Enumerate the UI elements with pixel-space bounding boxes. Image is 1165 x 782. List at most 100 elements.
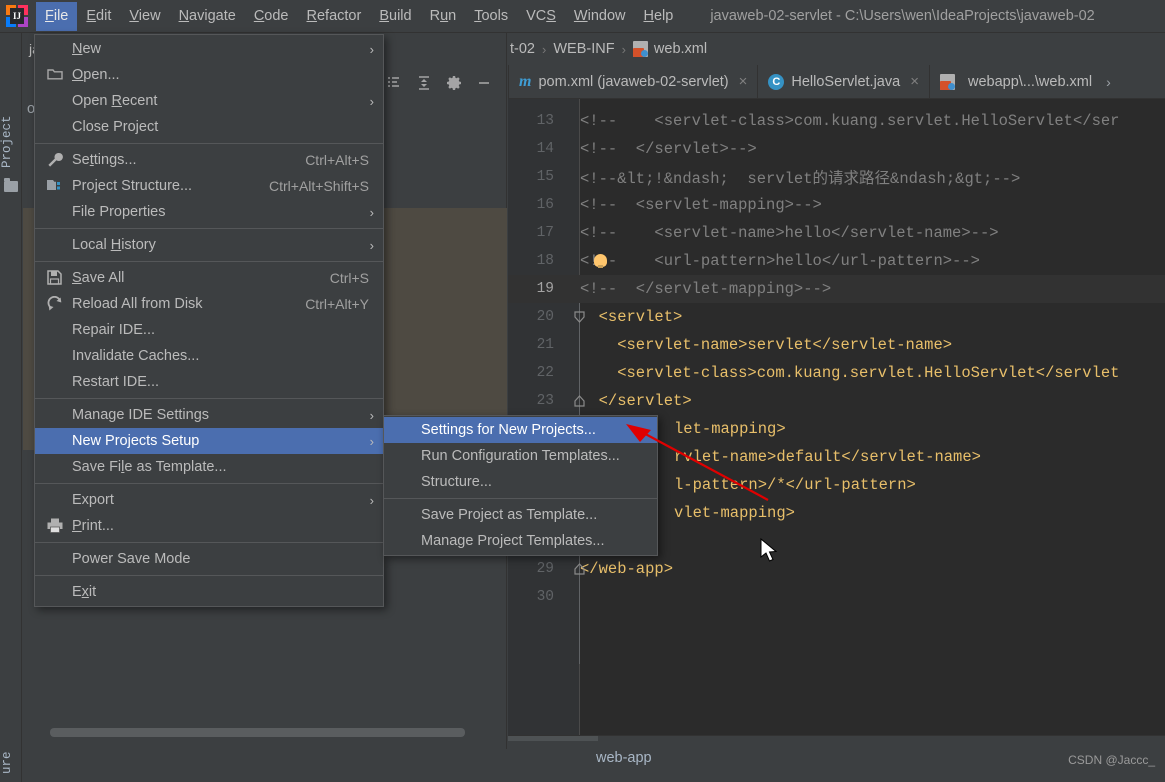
submenu-item-manage-project-templates[interactable]: Manage Project Templates... <box>384 528 657 554</box>
code-text: <!-- <servlet-name>hello</servlet-name>-… <box>580 99 999 102</box>
close-icon[interactable]: × <box>910 73 919 90</box>
file-menu-item-settings[interactable]: Settings... Ctrl+Alt+S <box>35 147 383 173</box>
save-icon <box>47 270 63 286</box>
menu-edit[interactable]: Edit <box>77 2 120 31</box>
file-menu-item-export[interactable]: Export › <box>35 487 383 513</box>
code-text: </servlet> <box>580 392 692 410</box>
file-menu-item-repair-ide[interactable]: Repair IDE... <box>35 317 383 343</box>
close-icon[interactable]: × <box>739 73 748 90</box>
code-text: let-mapping> <box>674 420 786 438</box>
breadcrumb-item-1[interactable]: WEB-INF <box>553 41 614 57</box>
file-menu-item-close-project[interactable]: Close Project <box>35 114 383 140</box>
editor-tab-pom-xml[interactable]: m pom.xml (javaweb-02-servlet) × <box>508 65 757 98</box>
menu-view[interactable]: View <box>120 2 169 31</box>
fold-end-icon[interactable] <box>574 563 585 575</box>
minimize-icon[interactable] <box>476 75 492 91</box>
code-line-30[interactable]: 30 <box>508 583 1165 611</box>
menu-item-label: Structure... <box>421 474 492 490</box>
intention-bulb-icon[interactable] <box>594 254 607 268</box>
menu-item-label: Settings... <box>72 152 137 168</box>
file-menu-popup[interactable]: New › Open... Open Recent › Close Project Sett… <box>34 34 384 607</box>
logo-letter: IJ <box>10 8 24 24</box>
new-projects-setup-submenu[interactable]: Settings for New Projects... Run Configur… <box>383 415 658 556</box>
code-line-21[interactable]: 21 <servlet-name>servlet</servlet-name> <box>508 331 1165 359</box>
menu-vcs[interactable]: VCS <box>517 2 565 31</box>
menu-help[interactable]: Help <box>634 2 682 31</box>
editor-tab-web-xml[interactable]: webapp\...\web.xml <box>928 65 1102 98</box>
expand-all-icon[interactable] <box>386 75 402 91</box>
tab-overflow-icon[interactable]: › <box>1102 74 1115 90</box>
menu-code[interactable]: Code <box>245 2 298 31</box>
file-menu-item-reload-all-from-disk[interactable]: Reload All from Disk Ctrl+Alt+Y <box>35 291 383 317</box>
menu-item-label: Project Structure... <box>72 178 193 194</box>
code-line-14[interactable]: 14 <!-- </servlet>--> <box>508 135 1165 163</box>
file-menu-item-invalidate-caches[interactable]: Invalidate Caches... <box>35 343 383 369</box>
xml-file-icon <box>632 41 648 57</box>
collapse-all-icon[interactable] <box>416 75 432 91</box>
breadcrumb-separator-icon: › <box>621 41 626 57</box>
menu-item-label: Print... <box>72 518 114 534</box>
breadcrumb-item-2[interactable]: web.xml <box>654 41 707 57</box>
code-line-15[interactable]: 15 <!--&lt;!&ndash; servlet的请求路径&ndash;&g… <box>508 163 1165 191</box>
file-menu-item-print[interactable]: Print... <box>35 513 383 539</box>
intellij-logo-icon: IJ <box>6 5 28 27</box>
code-line-16[interactable]: 16 <!-- <servlet-mapping>--> <box>508 191 1165 219</box>
tool-window-structure-tab[interactable]: ure <box>0 733 22 782</box>
menu-item-shortcut: Ctrl+Alt+Y <box>305 296 369 312</box>
code-text: <!-- <url-pattern>hello</url-pattern>--> <box>580 252 980 270</box>
code-text: </web-app> <box>580 560 674 578</box>
menu-window[interactable]: Window <box>565 2 635 31</box>
file-menu-item-open-recent[interactable]: Open Recent › <box>35 88 383 114</box>
menu-file[interactable]: File <box>36 1 78 31</box>
menu-build[interactable]: Build <box>370 2 420 31</box>
menu-item-label: Open Recent <box>72 93 158 109</box>
xml-file-icon <box>939 73 955 90</box>
menu-refactor[interactable]: Refactor <box>298 2 371 31</box>
menu-item-label: Local History <box>72 237 156 253</box>
breadcrumb-item-0[interactable]: t-02 <box>510 41 535 57</box>
file-menu-item-save-all[interactable]: Save All Ctrl+S <box>35 265 383 291</box>
submenu-item-settings-for-new-projects[interactable]: Settings for New Projects... <box>384 417 657 443</box>
file-menu-item-exit[interactable]: Exit <box>35 579 383 605</box>
file-menu-item-restart-ide[interactable]: Restart IDE... <box>35 369 383 395</box>
code-line-12[interactable]: 12 <!-- <servlet-name>hello</servlet-name… <box>508 99 1165 107</box>
code-text: l-pattern>/*</url-pattern> <box>674 476 916 494</box>
code-text: rvlet-name>default</servlet-name> <box>674 448 981 466</box>
code-line-18[interactable]: 18 <!-- <url-pattern>hello</url-pattern>-… <box>508 247 1165 275</box>
file-menu-item-project-structure[interactable]: Project Structure... Ctrl+Alt+Shift+S <box>35 173 383 199</box>
file-menu-item-power-save-mode[interactable]: Power Save Mode <box>35 546 383 572</box>
editor-tab-helloservlet-java[interactable]: C HelloServlet.java × <box>757 65 929 98</box>
code-line-22[interactable]: 22 <servlet-class>com.kuang.servlet.Hell… <box>508 359 1165 387</box>
menu-item-label: Close Project <box>72 119 159 135</box>
code-text: <!-- <servlet-class>com.kuang.servlet.He… <box>580 112 1120 130</box>
file-menu-item-new-projects-setup[interactable]: New Projects Setup › <box>35 428 383 454</box>
code-line-19[interactable]: 19 <!-- </servlet-mapping>--> <box>508 275 1165 303</box>
menu-run[interactable]: Run <box>421 2 466 31</box>
menu-item-label: Export <box>72 492 114 508</box>
fold-collapse-icon[interactable] <box>574 311 585 323</box>
code-line-20[interactable]: 20 <servlet> <box>508 303 1165 331</box>
code-line-17[interactable]: 17 <!-- <servlet-name>hello</servlet-name… <box>508 219 1165 247</box>
file-menu-item-local-history[interactable]: Local History › <box>35 232 383 258</box>
line-number: 17 <box>536 225 554 241</box>
file-menu-item-save-file-as-template[interactable]: Save File as Template... <box>35 454 383 480</box>
file-menu-item-new[interactable]: New › <box>35 36 383 62</box>
menu-tools[interactable]: Tools <box>465 2 517 31</box>
file-menu-item-open[interactable]: Open... <box>35 62 383 88</box>
code-line-29[interactable]: 29 </web-app> <box>508 555 1165 583</box>
gear-icon[interactable] <box>446 75 462 91</box>
file-menu-item-file-properties[interactable]: File Properties › <box>35 199 383 225</box>
code-line-23[interactable]: 23 </servlet> <box>508 387 1165 415</box>
submenu-item-run-configuration-templates[interactable]: Run Configuration Templates... <box>384 443 657 469</box>
tool-window-project-tab[interactable]: Project <box>0 107 22 177</box>
menu-navigate[interactable]: Navigate <box>170 2 245 31</box>
menu-item-label: Open... <box>72 67 120 83</box>
file-menu-item-manage-ide-settings[interactable]: Manage IDE Settings › <box>35 402 383 428</box>
code-line-13[interactable]: 13 <!-- <servlet-class>com.kuang.servlet.… <box>508 107 1165 135</box>
menu-item-label: Save File as Template... <box>72 459 227 475</box>
submenu-item-save-project-as-template[interactable]: Save Project as Template... <box>384 502 657 528</box>
project-tree-horizontal-scrollbar[interactable] <box>50 728 465 737</box>
menu-separator <box>384 498 657 499</box>
submenu-item-structure[interactable]: Structure... <box>384 469 657 495</box>
fold-end-icon[interactable] <box>574 395 585 407</box>
